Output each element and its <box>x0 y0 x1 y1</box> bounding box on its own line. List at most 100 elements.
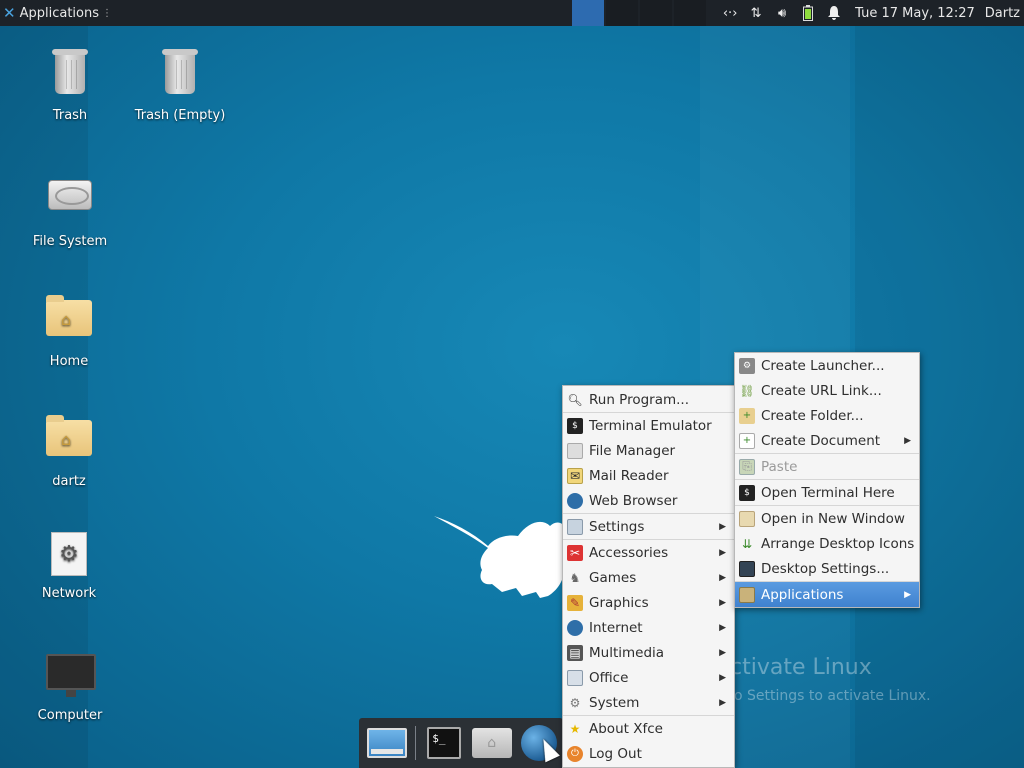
menu-item-mail-reader[interactable]: ✉ Mail Reader <box>563 463 734 488</box>
paste-icon: ⎘ <box>739 458 755 475</box>
system-icon: ⚙ <box>569 695 581 710</box>
submenu-arrow-icon: ▶ <box>719 647 726 658</box>
menu-item-file-manager[interactable]: File Manager <box>563 438 734 463</box>
menu-item-paste[interactable]: ⎘ Paste <box>735 454 919 479</box>
menu-item-create-folder[interactable]: + Create Folder... <box>735 403 919 428</box>
dock-separator <box>414 726 417 760</box>
desktop-icon-home[interactable]: ⌂ Home <box>14 288 124 369</box>
hard-drive-icon <box>48 180 92 210</box>
trash-icon <box>162 49 198 94</box>
xfce-logo-icon: ✕ <box>3 4 16 22</box>
menu-item-run-program[interactable]: 🔍︎ Run Program... <box>563 387 734 412</box>
internet-icon <box>567 619 583 636</box>
submenu-arrow-icon: ▶ <box>719 597 726 608</box>
workspace-3[interactable] <box>640 0 672 26</box>
monitor-icon <box>739 560 755 577</box>
menu-item-settings[interactable]: Settings ▶ <box>563 514 734 539</box>
mail-icon: ✉ <box>567 467 583 484</box>
desktop-icon-label: File System <box>32 234 108 249</box>
desktop-icon-label: Home <box>49 354 89 369</box>
menu-item-arrange-desktop-icons[interactable]: ⇊ Arrange Desktop Icons <box>735 531 919 556</box>
desktop-icon-trash[interactable]: Trash <box>15 48 125 123</box>
network-updown-icon[interactable]: ⇅ <box>743 0 769 26</box>
menu-item-create-url-link[interactable]: ⛓ Create URL Link... <box>735 378 919 403</box>
menu-item-open-terminal-here[interactable]: $ Open Terminal Here <box>735 480 919 505</box>
settings-icon <box>567 518 583 535</box>
menu-item-applications[interactable]: Applications ▶ <box>735 582 919 607</box>
link-icon: ⛓ <box>739 383 755 398</box>
applications-label: Applications <box>19 5 99 21</box>
home-folder-icon: ⌂ <box>46 295 92 336</box>
menu-item-multimedia[interactable]: ▤ Multimedia ▶ <box>563 640 734 665</box>
xfce-mouse-logo <box>434 516 568 598</box>
terminal-icon: $_ <box>427 727 462 759</box>
menu-item-create-document[interactable]: + Create Document ▶ <box>735 428 919 453</box>
home-folder-icon: ⌂ <box>471 728 512 758</box>
arrange-icon: ⇊ <box>741 536 753 551</box>
menu-item-accessories[interactable]: ✂ Accessories ▶ <box>563 540 734 565</box>
desktop-icon-dartz[interactable]: ⌂ dartz <box>14 408 124 489</box>
submenu-arrow-icon: ▶ <box>719 547 726 558</box>
graphics-icon: ✎ <box>567 594 583 611</box>
applications-menu: 🔍︎ Run Program... $ Terminal Emulator File… <box>562 385 735 768</box>
desktop-icon-label: Network <box>41 586 97 601</box>
network-arrows-icon[interactable]: ‹·› <box>717 0 743 26</box>
menu-item-games[interactable]: ♞ Games ▶ <box>563 565 734 590</box>
new-folder-icon: + <box>739 407 755 424</box>
submenu-arrow-icon: ▶ <box>904 589 911 600</box>
desktop-icon-network[interactable]: ⚙ Network <box>14 528 124 601</box>
desktop-icon-file-system[interactable]: File System <box>15 168 125 249</box>
menu-item-internet[interactable]: Internet ▶ <box>563 615 734 640</box>
search-icon: 🔍︎ <box>567 392 583 407</box>
volume-icon[interactable]: 🔊︎ <box>769 0 795 26</box>
menu-item-open-in-new-window[interactable]: Open in New Window <box>735 506 919 531</box>
globe-icon <box>567 492 583 509</box>
desktop-icon-label: Trash (Empty) <box>134 108 226 123</box>
applications-icon <box>739 586 755 603</box>
launcher-icon: ⚙ <box>739 357 755 374</box>
menu-item-office[interactable]: Office ▶ <box>563 665 734 690</box>
clock[interactable]: Tue 17 May, 12:27 <box>847 6 985 21</box>
star-icon: ★ <box>569 721 581 736</box>
logout-icon: ⏻ <box>567 745 583 762</box>
applications-menu-button[interactable]: ✕ Applications ⋮ <box>0 0 115 26</box>
workspace-2[interactable] <box>606 0 638 26</box>
terminal-launcher[interactable]: $_ <box>420 721 468 765</box>
desktop-icon-label: Trash <box>52 108 88 123</box>
home-folder-icon: ⌂ <box>46 415 92 456</box>
menu-item-terminal-emulator[interactable]: $ Terminal Emulator <box>563 413 734 438</box>
menu-item-desktop-settings[interactable]: Desktop Settings... <box>735 556 919 581</box>
menu-item-system[interactable]: ⚙ System ▶ <box>563 690 734 715</box>
menu-item-web-browser[interactable]: Web Browser <box>563 488 734 513</box>
user-menu[interactable]: Dartz <box>985 6 1024 21</box>
folder-icon <box>567 442 583 459</box>
menu-item-about-xfce[interactable]: ★ About Xfce <box>563 716 734 741</box>
submenu-arrow-icon: ▶ <box>719 572 726 583</box>
network-gear-icon: ⚙ <box>51 532 87 576</box>
trash-icon <box>52 49 88 94</box>
file-manager-launcher[interactable]: ⌂ <box>468 721 516 765</box>
folder-icon <box>739 510 755 527</box>
show-desktop-button[interactable] <box>363 721 411 765</box>
menu-item-log-out[interactable]: ⏻ Log Out <box>563 741 734 766</box>
top-panel: ✕ Applications ⋮ ‹·› ⇅ 🔊︎ Tue 17 May, 12… <box>0 0 1024 26</box>
workspace-1[interactable] <box>572 0 604 26</box>
battery-icon[interactable] <box>795 0 821 26</box>
desktop-icon-computer[interactable]: Computer <box>15 648 125 723</box>
submenu-arrow-icon: ▶ <box>719 672 726 683</box>
multimedia-icon: ▤ <box>567 644 583 661</box>
notification-bell-icon[interactable] <box>821 0 847 26</box>
desktop-icon-trash-empty[interactable]: Trash (Empty) <box>125 48 235 123</box>
accessories-icon: ✂ <box>567 544 583 561</box>
submenu-arrow-icon: ▶ <box>904 435 911 446</box>
menu-item-graphics[interactable]: ✎ Graphics ▶ <box>563 590 734 615</box>
submenu-arrow-icon: ▶ <box>719 622 726 633</box>
office-icon <box>567 669 583 686</box>
desktop-context-menu: ⚙ Create Launcher... ⛓ Create URL Link... … <box>734 352 920 608</box>
workspace-4[interactable] <box>674 0 706 26</box>
submenu-arrow-icon: ▶ <box>719 697 726 708</box>
menu-item-create-launcher[interactable]: ⚙ Create Launcher... <box>735 353 919 378</box>
terminal-icon: $ <box>739 484 755 501</box>
panel-grip-icon: ⋮ <box>102 7 112 19</box>
desktop-icon-label: dartz <box>52 474 86 489</box>
